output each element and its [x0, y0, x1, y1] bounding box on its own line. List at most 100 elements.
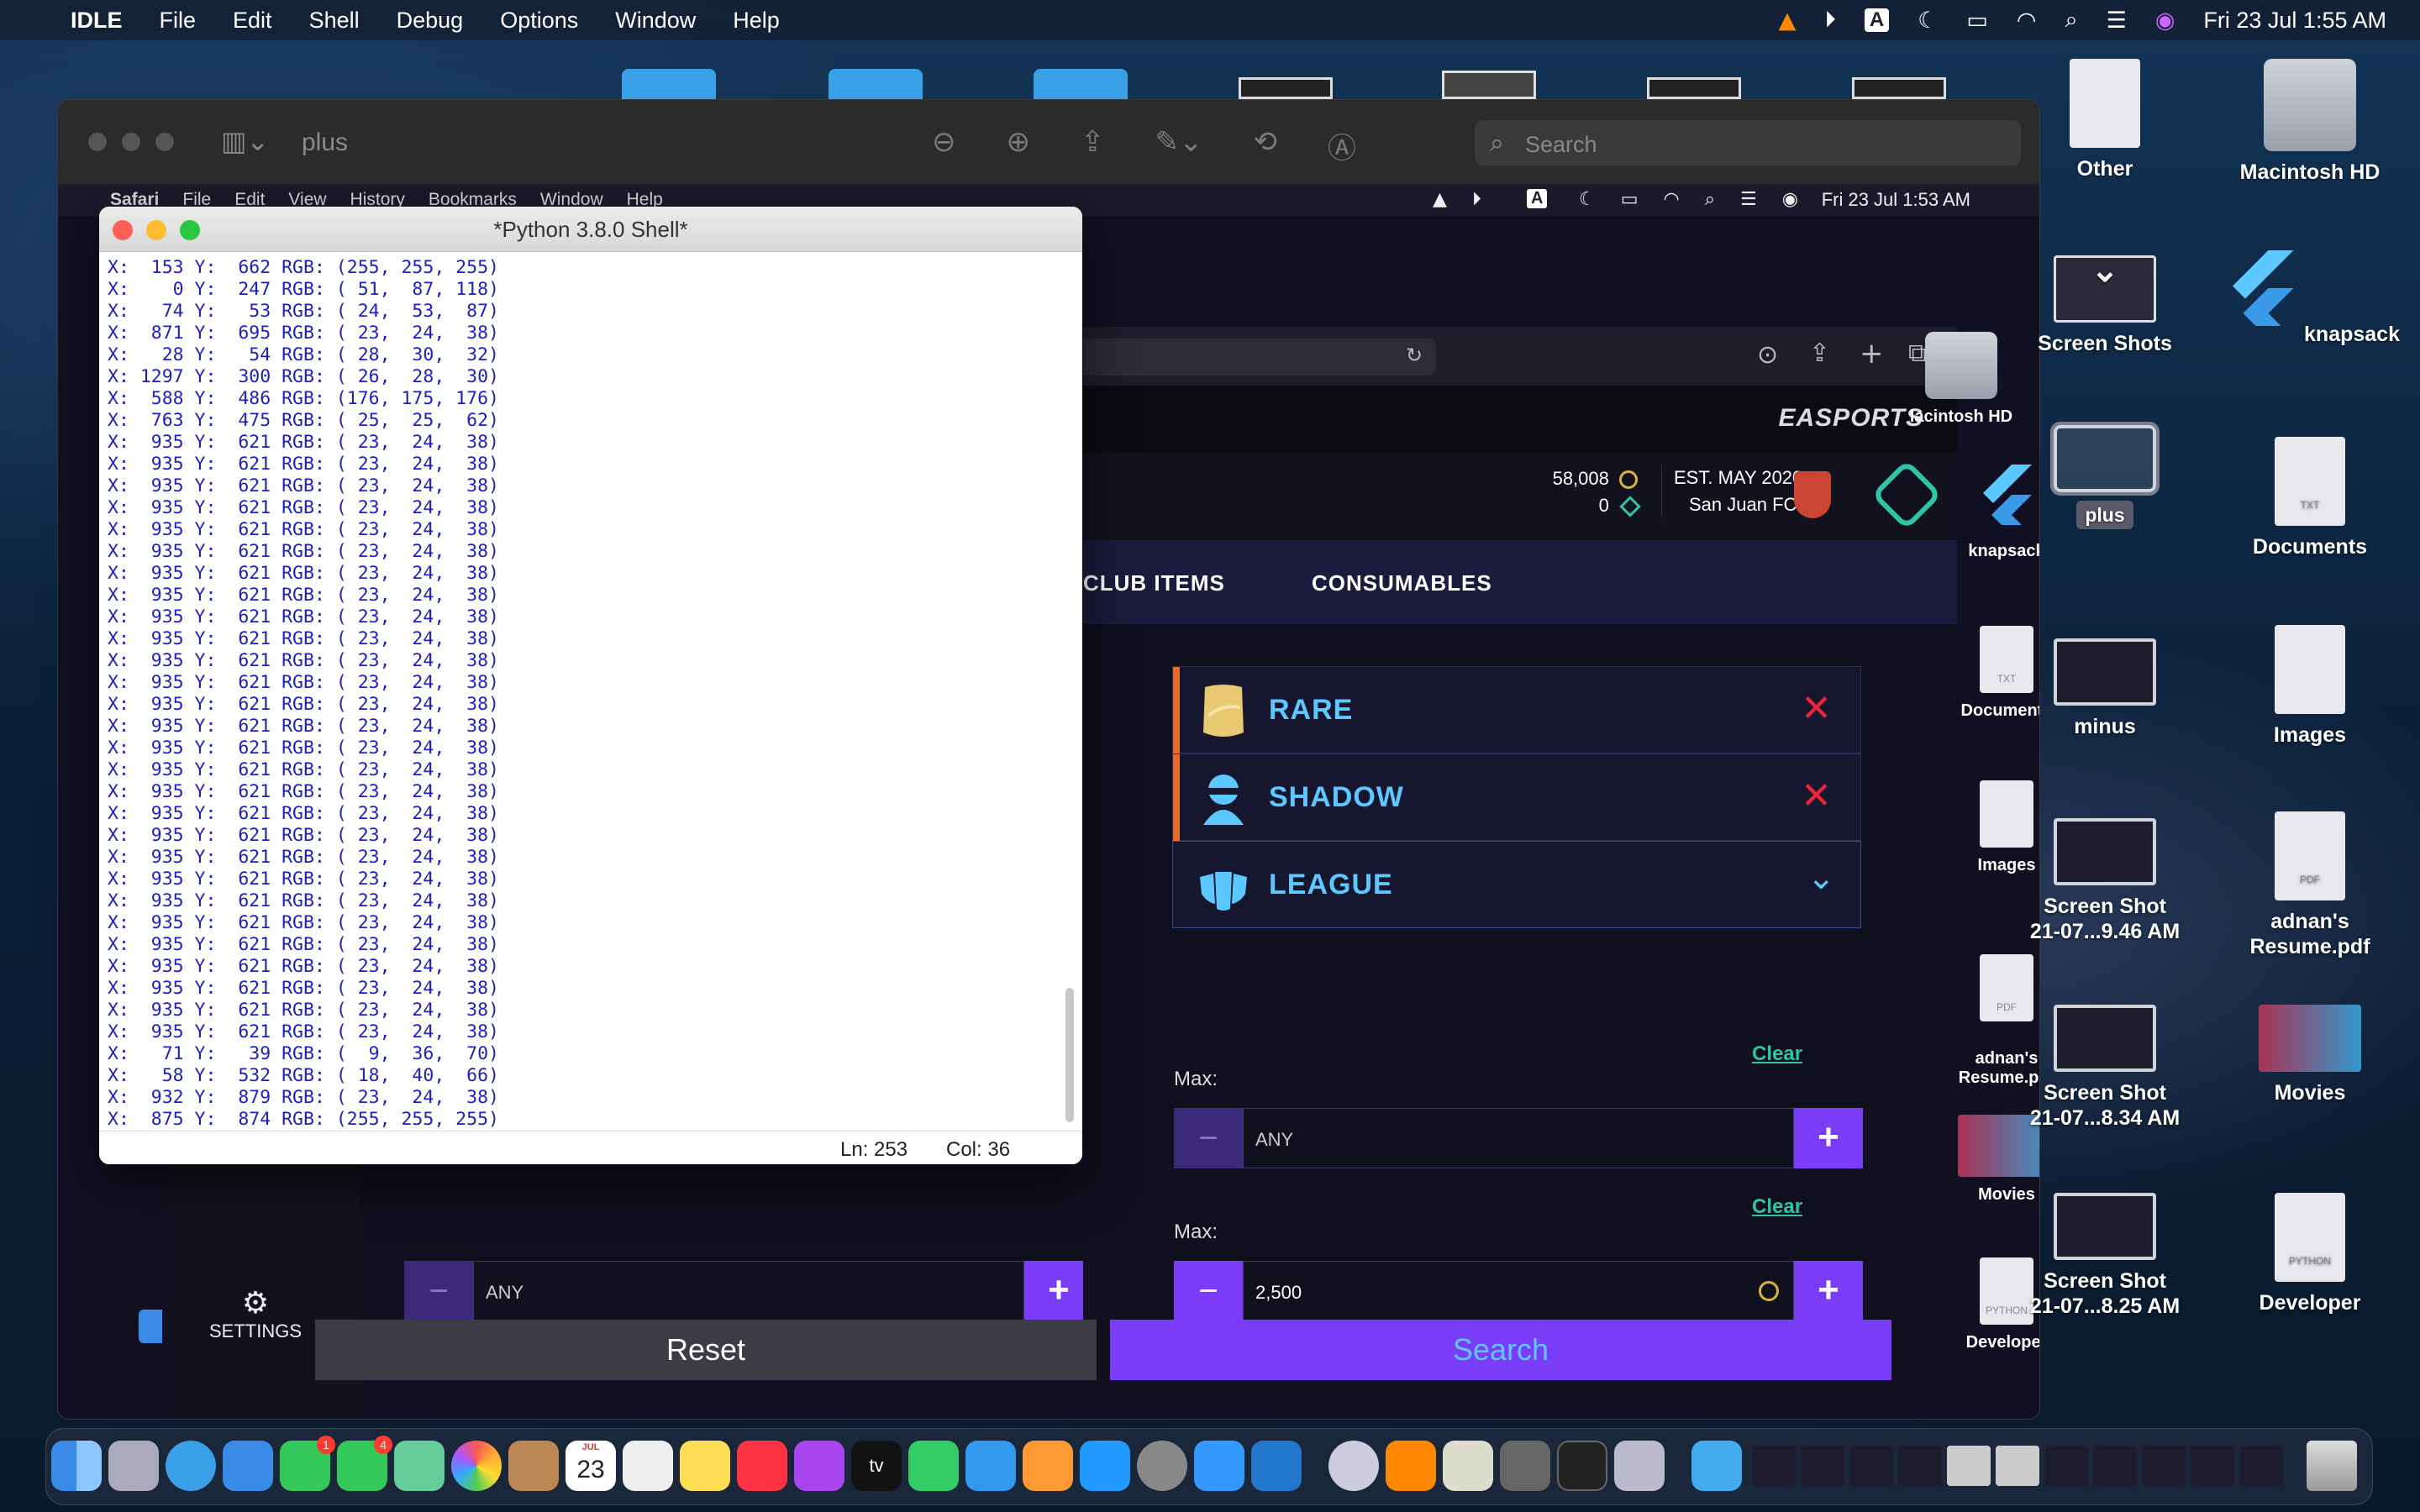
zoom-button[interactable] [155, 133, 174, 151]
buy-now-clear-link[interactable]: Clear [1752, 1195, 1802, 1219]
dock-numbers-icon[interactable] [908, 1441, 959, 1491]
dock-vlc-icon[interactable] [1386, 1441, 1436, 1491]
dock-appstore-icon[interactable] [1080, 1441, 1130, 1491]
annotate-icon[interactable]: Ⓐ [1328, 125, 1356, 166]
tab-consumables[interactable]: CONSUMABLES [1312, 570, 1492, 596]
dock-maps-icon[interactable] [394, 1441, 445, 1491]
filter-shadow[interactable]: SHADOW ✕ [1172, 753, 1861, 842]
markup-pen-icon[interactable]: ✎⌄ [1155, 125, 1203, 166]
bid-max-increase-button[interactable]: + [1794, 1108, 1863, 1168]
battery-icon[interactable]: ▭ [1966, 8, 1988, 34]
tab-club-items[interactable]: CLUB ITEMS [1083, 570, 1225, 596]
downloads-icon[interactable]: ⊙ [1757, 340, 1778, 370]
dock-system-preferences-icon[interactable] [1137, 1441, 1187, 1491]
buy-now-max-decrease-button[interactable]: − [1174, 1261, 1243, 1321]
dock-notes-icon[interactable] [680, 1441, 730, 1491]
control-center-icon[interactable]: ☰ [2107, 8, 2127, 34]
search-button[interactable]: Search [1110, 1320, 1891, 1380]
dock-terminal-icon[interactable] [1557, 1441, 1607, 1491]
spotlight-search-icon[interactable]: ⌕ [2065, 7, 2077, 34]
menubar-app-name[interactable]: IDLE [71, 8, 123, 34]
dock-launchpad-icon[interactable] [108, 1441, 159, 1491]
menu-help[interactable]: Help [733, 8, 780, 34]
menu-options[interactable]: Options [500, 8, 578, 34]
settings-nav-item[interactable]: ⚙ SETTINGS [192, 1286, 318, 1342]
dock-minimized-window[interactable] [1752, 1446, 1796, 1486]
menu-shell[interactable]: Shell [309, 8, 360, 34]
dock-minimized-window[interactable] [2239, 1446, 2283, 1486]
filter-rare[interactable]: RARE ✕ [1172, 666, 1861, 754]
reload-icon[interactable]: ↻ [1406, 344, 1423, 367]
dock-reminders-icon[interactable] [623, 1441, 673, 1491]
dock-quicktime-icon[interactable] [1328, 1441, 1379, 1491]
desktop-icon-documents[interactable]: TXT Documents [2213, 437, 2407, 559]
reset-button[interactable]: Reset [315, 1320, 1097, 1380]
dock-folder-icon[interactable] [1691, 1441, 1742, 1491]
desktop-icon-knapsack[interactable]: knapsack [2213, 244, 2407, 347]
dock-safari-icon[interactable] [166, 1441, 216, 1491]
dock-contacts-icon[interactable] [508, 1441, 559, 1491]
dock-python-launcher-icon[interactable] [1443, 1441, 1493, 1491]
new-tab-icon[interactable]: + [1860, 337, 1884, 370]
dock-messages-icon[interactable]: 4 [337, 1436, 392, 1491]
desktop-icon-screen-shot[interactable]: Screen Shot 21-07...9.46 AM [2008, 818, 2202, 944]
play-circle-icon[interactable]: ⏵ [1824, 7, 1836, 34]
bid-max-decrease-button[interactable]: − [1174, 1108, 1243, 1168]
shell-output[interactable]: X: 153 Y: 662 RGB: (255, 255, 255) X: 0 Y… [99, 252, 1082, 1130]
dock-calendar-icon[interactable]: JUL 23 [566, 1441, 616, 1491]
buy-now-max-increase-button[interactable]: + [1794, 1261, 1863, 1321]
dock-music-icon[interactable] [737, 1441, 787, 1491]
dock-minimized-window[interactable] [1801, 1446, 1844, 1486]
dock-minimized-window[interactable] [2093, 1446, 2137, 1486]
fut-web-app-icon[interactable] [1870, 459, 1943, 531]
menu-edit[interactable]: Edit [233, 8, 272, 34]
desktop-icon-movies[interactable]: Movies [2213, 1005, 2407, 1105]
dock-photos-icon[interactable] [451, 1441, 502, 1491]
buy-now-max-input[interactable]: 2,500 [1243, 1261, 1794, 1321]
dock-finder-icon[interactable] [51, 1441, 102, 1491]
buy-now-min-input[interactable]: ANY [473, 1261, 1024, 1321]
bid-clear-link[interactable]: Clear [1752, 1042, 1802, 1066]
dock-xcode-icon[interactable] [1194, 1441, 1244, 1491]
dock-minimized-window[interactable] [1849, 1446, 1893, 1486]
desktop-icon-other[interactable]: Other [2008, 59, 2202, 181]
moon-icon[interactable]: ☾ [1918, 8, 1938, 34]
dock-trash-icon[interactable] [2307, 1441, 2357, 1491]
dock-tv-icon[interactable]: tv [851, 1441, 902, 1491]
dock-minimized-window[interactable] [2044, 1446, 2088, 1486]
wifi-icon[interactable]: ◠ [2017, 8, 2037, 34]
desktop-icon-developer[interactable]: PYTHON Developer [2213, 1193, 2407, 1315]
share-icon[interactable]: ⇪ [1809, 339, 1830, 368]
remove-filter-rare-icon[interactable]: ✕ [1801, 687, 1832, 730]
chevron-down-icon[interactable]: ⌄ [1807, 858, 1835, 897]
share-icon[interactable]: ⇪ [1081, 125, 1105, 166]
dock-pages-icon[interactable] [1023, 1441, 1073, 1491]
desktop-icon-plus[interactable]: plus [2008, 422, 2202, 529]
menubar-clock[interactable]: Fri 23 Jul 1:55 AM [2203, 8, 2386, 34]
preview-search-field[interactable]: ⌕ Search [1475, 120, 2021, 165]
dock-keynote-icon[interactable] [965, 1441, 1016, 1491]
menu-debug[interactable]: Debug [397, 8, 464, 34]
desktop-icon-screen-shot[interactable]: Screen Shot 21-07...8.34 AM [2008, 1005, 2202, 1131]
menu-file[interactable]: File [160, 8, 197, 34]
dock-minimized-window[interactable] [2142, 1446, 2186, 1486]
desktop-icon-macintosh-hd[interactable]: Macintosh HD [2213, 59, 2407, 185]
minimize-button[interactable] [122, 133, 140, 151]
close-button[interactable] [88, 133, 107, 151]
dock-vscode-icon[interactable] [1251, 1441, 1302, 1491]
scrollbar-thumb[interactable] [1065, 988, 1074, 1122]
dock-preview-icon[interactable] [1614, 1441, 1665, 1491]
dock-minimized-window[interactable] [1996, 1446, 2039, 1486]
safari-address-bar[interactable] [1083, 339, 1436, 375]
zoom-in-icon[interactable]: ⊕ [1007, 125, 1031, 166]
siri-icon[interactable]: ◉ [2155, 8, 2175, 34]
zoom-out-icon[interactable]: ⊖ [932, 125, 956, 166]
dock-podcasts-icon[interactable] [794, 1441, 844, 1491]
python-shell-window[interactable]: *Python 3.8.0 Shell* X: 153 Y: 662 RGB: … [99, 207, 1082, 1164]
rotate-icon[interactable]: ⟲ [1253, 125, 1277, 166]
menu-window[interactable]: Window [615, 8, 696, 34]
sidebar-toggle-icon[interactable]: ▥⌄ [221, 125, 269, 157]
dock-facetime-icon[interactable]: 1 [280, 1436, 335, 1491]
dock-minimized-window[interactable] [2191, 1446, 2234, 1486]
desktop-icon-adnan-s[interactable]: PDF adnan's Resume.pdf [2213, 811, 2407, 959]
